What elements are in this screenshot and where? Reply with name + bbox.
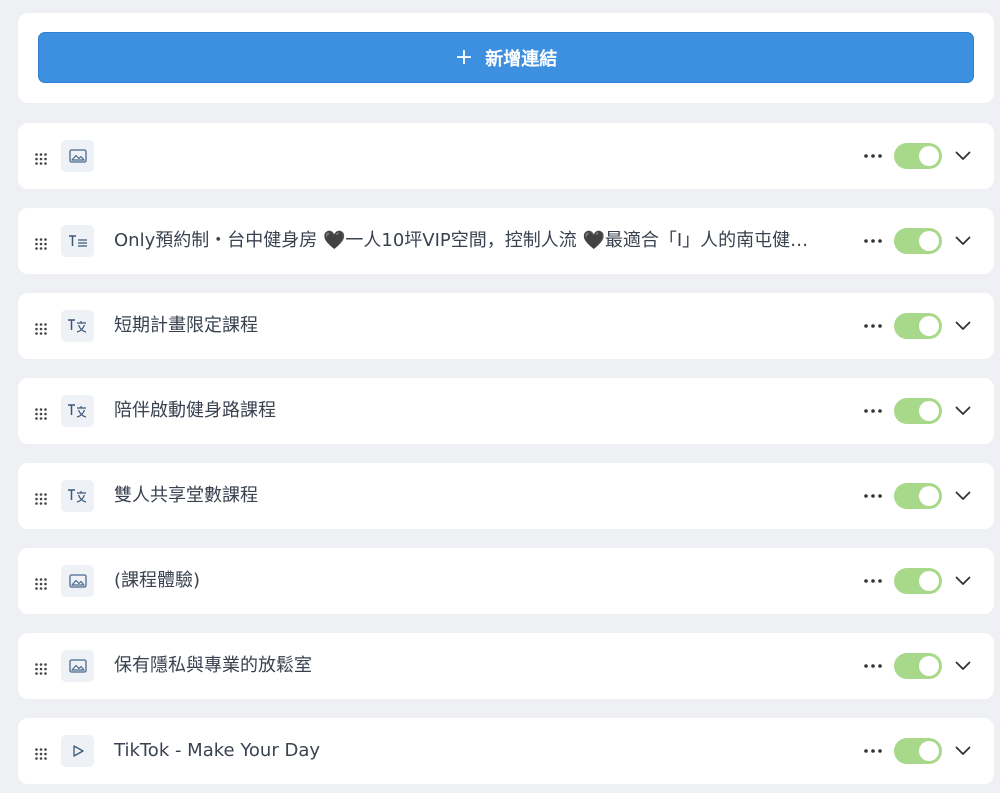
toggle-knob [919, 571, 939, 591]
link-title[interactable]: 短期計畫限定課程 [114, 293, 834, 359]
link-row: 短期計畫限定課程 [18, 293, 994, 359]
toggle-knob [919, 656, 939, 676]
more-options-icon[interactable] [861, 145, 885, 167]
link-title[interactable]: Only預約制・台中健身房 🖤一人10坪VIP空間，控制人流 🖤最適合「I」人的… [114, 208, 834, 274]
link-enabled-toggle[interactable] [894, 313, 942, 339]
chevron-down-icon[interactable] [952, 315, 974, 337]
link-row: 保有隱私與專業的放鬆室 [18, 633, 994, 699]
link-title[interactable]: 雙人共享堂數課程 [114, 463, 834, 529]
chevron-down-icon[interactable] [952, 400, 974, 422]
link-title[interactable]: 陪伴啟動健身路課程 [114, 378, 834, 444]
play-icon [61, 735, 94, 767]
link-title[interactable]: 保有隱私與專業的放鬆室 [114, 633, 834, 699]
more-options-icon[interactable] [861, 740, 885, 762]
link-row [18, 123, 994, 189]
chevron-down-icon[interactable] [952, 570, 974, 592]
add-link-card: + 新增連結 [18, 13, 994, 103]
link-enabled-toggle[interactable] [894, 143, 942, 169]
link-enabled-toggle[interactable] [894, 738, 942, 764]
image-icon [61, 565, 94, 597]
toggle-knob [919, 146, 939, 166]
link-enabled-toggle[interactable] [894, 228, 942, 254]
more-options-icon[interactable] [861, 570, 885, 592]
text-translate-icon [61, 310, 94, 342]
add-link-label: 新增連結 [485, 48, 558, 70]
link-row: TikTok - Make Your Day [18, 718, 994, 784]
more-options-icon[interactable] [861, 315, 885, 337]
drag-handle-icon[interactable] [35, 745, 47, 760]
link-title[interactable] [114, 123, 834, 189]
link-row: (課程體驗) [18, 548, 994, 614]
plus-icon: + [454, 44, 474, 70]
more-options-icon[interactable] [861, 655, 885, 677]
add-link-button[interactable]: + 新增連結 [38, 32, 974, 83]
drag-handle-icon[interactable] [35, 320, 47, 335]
image-icon [61, 650, 94, 682]
drag-handle-icon[interactable] [35, 660, 47, 675]
toggle-knob [919, 316, 939, 336]
link-row: 雙人共享堂數課程 [18, 463, 994, 529]
link-title[interactable]: (課程體驗) [114, 548, 834, 614]
image-icon [61, 140, 94, 172]
chevron-down-icon[interactable] [952, 485, 974, 507]
link-row: 陪伴啟動健身路課程 [18, 378, 994, 444]
drag-handle-icon[interactable] [35, 490, 47, 505]
more-options-icon[interactable] [861, 230, 885, 252]
drag-handle-icon[interactable] [35, 235, 47, 250]
chevron-down-icon[interactable] [952, 655, 974, 677]
link-enabled-toggle[interactable] [894, 483, 942, 509]
link-enabled-toggle[interactable] [894, 568, 942, 594]
toggle-knob [919, 401, 939, 421]
link-list: Only預約制・台中健身房 🖤一人10坪VIP空間，控制人流 🖤最適合「I」人的… [18, 123, 994, 793]
chevron-down-icon[interactable] [952, 230, 974, 252]
chevron-down-icon[interactable] [952, 740, 974, 762]
link-enabled-toggle[interactable] [894, 398, 942, 424]
more-options-icon[interactable] [861, 485, 885, 507]
toggle-knob [919, 231, 939, 251]
toggle-knob [919, 486, 939, 506]
drag-handle-icon[interactable] [35, 575, 47, 590]
drag-handle-icon[interactable] [35, 405, 47, 420]
drag-handle-icon[interactable] [35, 150, 47, 165]
text-translate-icon [61, 480, 94, 512]
text-translate-icon [61, 395, 94, 427]
link-row: Only預約制・台中健身房 🖤一人10坪VIP空間，控制人流 🖤最適合「I」人的… [18, 208, 994, 274]
toggle-knob [919, 741, 939, 761]
text-block-icon [61, 225, 94, 257]
link-enabled-toggle[interactable] [894, 653, 942, 679]
link-editor-page: + 新增連結 Only預約制・台中健身房 🖤一人10坪VIP空間，控制人流 🖤最… [0, 0, 1000, 793]
more-options-icon[interactable] [861, 400, 885, 422]
chevron-down-icon[interactable] [952, 145, 974, 167]
link-title[interactable]: TikTok - Make Your Day [114, 718, 834, 784]
